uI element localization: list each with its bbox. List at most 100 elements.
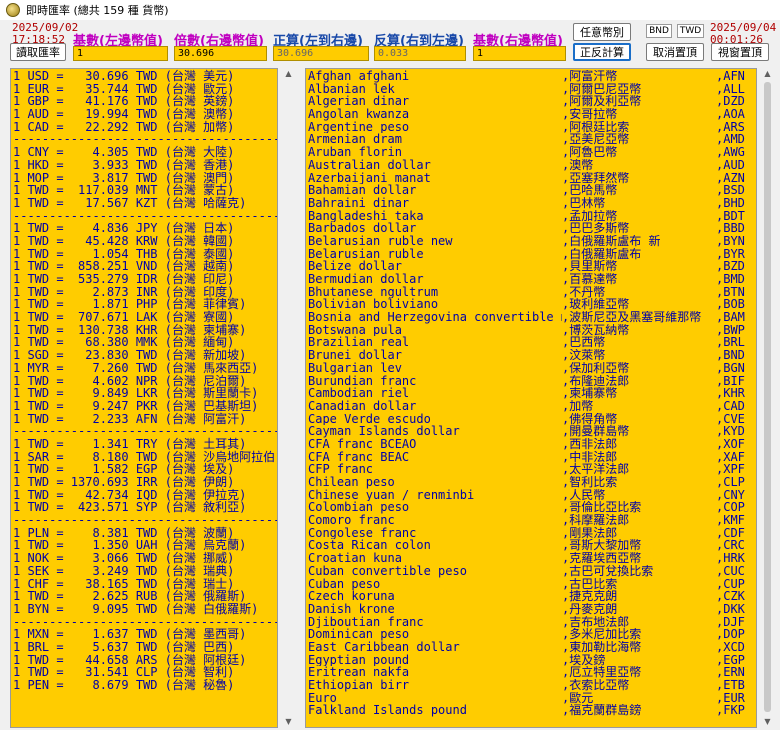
list-item[interactable]: Bahraini dinar ,巴林幣 ,BHD bbox=[308, 197, 756, 210]
list-item[interactable]: Argentine peso ,阿根廷比索 ,ARS bbox=[308, 121, 756, 134]
scroll-down-arrow-icon[interactable]: ▼ bbox=[280, 716, 297, 728]
list-item[interactable]: 1 SEK = 3.249 TWD (台灣 瑞典) bbox=[13, 565, 277, 578]
right-currency-box[interactable]: TWD bbox=[677, 24, 704, 38]
list-item[interactable]: Burundian franc ,布隆迪法郎 ,BIF bbox=[308, 375, 756, 388]
list-item[interactable]: Bolivian boliviano ,玻利維亞幣 ,BOB bbox=[308, 298, 756, 311]
currency-code: ,ALL bbox=[716, 82, 745, 96]
list-item[interactable]: 1 HKD = 3.933 TWD (台灣 香港) bbox=[13, 159, 277, 172]
list-item[interactable]: Armenian dram ,亞美尼亞幣 ,AMD bbox=[308, 133, 756, 146]
right-list-scrollbar[interactable]: ▲ ▼ bbox=[759, 68, 776, 728]
list-item[interactable]: Bulgarian lev ,保加利亞幣 ,BGN bbox=[308, 362, 756, 375]
list-item[interactable]: ----------------------------------------… bbox=[13, 514, 277, 527]
list-item[interactable]: Albanian lek ,阿爾巴尼亞幣 ,ALL bbox=[308, 83, 756, 96]
read-rates-button[interactable]: 讀取匯率 bbox=[10, 43, 66, 61]
list-item[interactable]: Azerbaijani manat ,亞塞拜然幣 ,AZN bbox=[308, 172, 756, 185]
list-item[interactable]: 1 TWD = 1.341 TRY (台灣 土耳其) bbox=[13, 438, 277, 451]
list-item[interactable]: 1 MYR = 7.260 TWD (台灣 馬來西亞) bbox=[13, 362, 277, 375]
list-item[interactable]: CFA franc BCEAO ,西非法郎 ,XOF bbox=[308, 438, 756, 451]
list-item[interactable]: 1 TWD = 1370.693 IRR (台灣 伊朗) bbox=[13, 476, 277, 489]
scroll-up-arrow-icon[interactable]: ▲ bbox=[759, 68, 776, 80]
list-item[interactable]: Eritrean nakfa ,厄立特里亞幣 ,ERN bbox=[308, 666, 756, 679]
list-item[interactable]: 1 CNY = 4.305 TWD (台灣 大陸) bbox=[13, 146, 277, 159]
list-item[interactable]: Bosnia and Herzegovina convertible mark,… bbox=[308, 311, 756, 324]
exchange-rate-list[interactable]: 1 USD = 30.696 TWD (台灣 美元) 1 EUR = 35.744… bbox=[10, 68, 278, 728]
swap-calc-button[interactable]: 正反計算 bbox=[573, 43, 631, 61]
list-item[interactable]: Czech koruna ,捷克克朗 ,CZK bbox=[308, 590, 756, 603]
list-item[interactable]: 1 TWD = 117.039 MNT (台灣 蒙古) bbox=[13, 184, 277, 197]
list-item[interactable]: Dominican peso ,多米尼加比索 ,DOP bbox=[308, 628, 756, 641]
list-item[interactable]: Croatian kuna ,克羅埃西亞幣 ,HRK bbox=[308, 552, 756, 565]
list-item[interactable]: Cayman Islands dollar ,開曼群島幣 ,KYD bbox=[308, 425, 756, 438]
list-item[interactable]: Danish krone ,丹麥克朗 ,DKK bbox=[308, 603, 756, 616]
any-currency-button[interactable]: 任意幣別 bbox=[573, 23, 631, 41]
multiplier-right-input[interactable]: 30.696 bbox=[174, 46, 267, 61]
list-item[interactable]: Belarusian ruble ,白俄羅斯盧布 ,BYR bbox=[308, 248, 756, 261]
list-item[interactable]: Canadian dollar ,加幣 ,CAD bbox=[308, 400, 756, 413]
list-item[interactable]: Congolese franc ,剛果法郎 ,CDF bbox=[308, 527, 756, 540]
list-item[interactable]: Cape Verde escudo ,佛得角幣 ,CVE bbox=[308, 413, 756, 426]
list-item[interactable]: 1 TWD = 9.247 PKR (台灣 巴基斯坦) bbox=[13, 400, 277, 413]
list-item[interactable]: CFP franc ,太平洋法郎 ,XPF bbox=[308, 463, 756, 476]
list-item[interactable]: Bahamian dollar ,巴哈馬幣 ,BSD bbox=[308, 184, 756, 197]
base-right-input[interactable]: 1 bbox=[473, 46, 566, 61]
scroll-down-arrow-icon[interactable]: ▼ bbox=[759, 716, 776, 728]
list-item[interactable]: Chilean peso ,智利比索 ,CLP bbox=[308, 476, 756, 489]
list-item[interactable]: Brazilian real ,巴西幣 ,BRL bbox=[308, 336, 756, 349]
left-currency-box[interactable]: BND bbox=[646, 24, 672, 38]
list-item[interactable]: Belarusian ruble new ,白俄羅斯盧布 新 ,BYN bbox=[308, 235, 756, 248]
list-item[interactable]: 1 USD = 30.696 TWD (台灣 美元) bbox=[13, 70, 277, 83]
scrollbar-thumb[interactable] bbox=[764, 82, 771, 712]
list-item[interactable]: Barbados dollar ,巴巴多斯幣 ,BBD bbox=[308, 222, 756, 235]
list-item[interactable]: Australian dollar ,澳幣 ,AUD bbox=[308, 159, 756, 172]
list-item[interactable]: 1 NOK = 3.066 TWD (台灣 挪威) bbox=[13, 552, 277, 565]
list-item[interactable]: Cuban convertible peso ,古巴可兌換比索 ,CUC bbox=[308, 565, 756, 578]
list-item[interactable]: 1 TWD = 535.279 IDR (台灣 印尼) bbox=[13, 273, 277, 286]
list-item[interactable]: Euro ,歐元 ,EUR bbox=[308, 692, 756, 705]
list-item[interactable]: Djiboutian franc ,吉布地法郎 ,DJF bbox=[308, 616, 756, 629]
list-item[interactable]: Afghan afghani ,阿富汗幣 ,AFN bbox=[308, 70, 756, 83]
list-item[interactable]: Algerian dinar ,阿爾及利亞幣 ,DZD bbox=[308, 95, 756, 108]
unpin-window-button[interactable]: 取消置頂 bbox=[646, 43, 704, 61]
base-left-input[interactable]: 1 bbox=[73, 46, 168, 61]
left-list-scrollbar[interactable]: ▲ ▼ bbox=[280, 68, 297, 728]
currency-code: ,AMD bbox=[716, 133, 745, 147]
list-item[interactable]: 1 TWD = 45.428 KRW (台灣 韓國) bbox=[13, 235, 277, 248]
list-item[interactable]: CFA franc BEAC ,中非法郎 ,XAF bbox=[308, 451, 756, 464]
list-item[interactable]: 1 TWD = 707.671 LAK (台灣 寮國) bbox=[13, 311, 277, 324]
list-item[interactable]: Angolan kwanza ,安哥拉幣 ,AOA bbox=[308, 108, 756, 121]
currency-english-name: Botswana pula bbox=[308, 323, 402, 337]
pin-window-button[interactable]: 視窗置頂 bbox=[711, 43, 769, 61]
list-item[interactable]: Belize dollar ,貝里斯幣 ,BZD bbox=[308, 260, 756, 273]
list-item[interactable]: 1 AUD = 19.994 TWD (台灣 澳幣) bbox=[13, 108, 277, 121]
list-item[interactable]: Cuban peso ,古巴比索 ,CUP bbox=[308, 578, 756, 591]
list-item[interactable]: 1 BRL = 5.637 TWD (台灣 巴西) bbox=[13, 641, 277, 654]
list-item[interactable]: 1 TWD = 17.567 KZT (台灣 哈薩克) bbox=[13, 197, 277, 210]
currency-name-list[interactable]: Afghan afghani ,阿富汗幣 ,AFN Albanian lek ,阿爾巴尼… bbox=[305, 68, 757, 728]
currency-english-name: Chinese yuan / renminbi bbox=[308, 488, 475, 502]
list-item[interactable]: Aruban florin ,阿魯巴幣 ,AWG bbox=[308, 146, 756, 159]
list-item[interactable]: Colombian peso ,哥倫比亞比索 ,COP bbox=[308, 501, 756, 514]
list-item[interactable]: Comoro franc ,科摩羅法郎 ,KMF bbox=[308, 514, 756, 527]
currency-chinese-name: ,吉布地法郎 bbox=[562, 615, 630, 629]
list-item[interactable]: Botswana pula ,博茨瓦納幣 ,BWP bbox=[308, 324, 756, 337]
list-item[interactable]: Chinese yuan / renminbi ,人民幣 ,CNY bbox=[308, 489, 756, 502]
list-item[interactable]: 1 TWD = 2.625 RUB (台灣 俄羅斯) bbox=[13, 590, 277, 603]
list-item[interactable]: Costa Rican colon ,哥斯大黎加幣 ,CRC bbox=[308, 539, 756, 552]
list-item[interactable]: 1 SGD = 23.830 TWD (台灣 新加坡) bbox=[13, 349, 277, 362]
list-item[interactable]: Bangladeshi taka ,孟加拉幣 ,BDT bbox=[308, 210, 756, 223]
list-item[interactable]: Bermudian dollar ,百慕達幣 ,BMD bbox=[308, 273, 756, 286]
list-item[interactable]: Egyptian pound ,埃及鎊 ,EGP bbox=[308, 654, 756, 667]
reverse-calc-input[interactable]: 0.033 bbox=[374, 46, 466, 61]
list-item[interactable]: 1 BYN = 9.095 TWD (台灣 白俄羅斯) bbox=[13, 603, 277, 616]
currency-code: ,BMD bbox=[716, 273, 745, 286]
forward-calc-input[interactable]: 30.696 bbox=[273, 46, 369, 61]
list-item[interactable]: Cambodian riel ,柬埔寨幣 ,KHR bbox=[308, 387, 756, 400]
scroll-up-arrow-icon[interactable]: ▲ bbox=[280, 68, 297, 80]
list-item[interactable]: East Caribbean dollar ,東加勒比海幣 ,XCD bbox=[308, 641, 756, 654]
list-item[interactable]: Brunei dollar ,汶萊幣 ,BND bbox=[308, 349, 756, 362]
list-item[interactable]: Falkland Islands pound ,福克蘭群島鎊 ,FKP bbox=[308, 704, 756, 717]
list-item[interactable]: 1 TWD = 9.849 LKR (台灣 斯里蘭卡) bbox=[13, 387, 277, 400]
list-item[interactable]: Ethiopian birr ,衣索比亞幣 ,ETB bbox=[308, 679, 756, 692]
list-item[interactable]: Bhutanese ngultrum ,不丹幣 ,BTN bbox=[308, 286, 756, 299]
list-item[interactable]: 1 PEN = 8.679 TWD (台灣 秘魯) bbox=[13, 679, 277, 692]
